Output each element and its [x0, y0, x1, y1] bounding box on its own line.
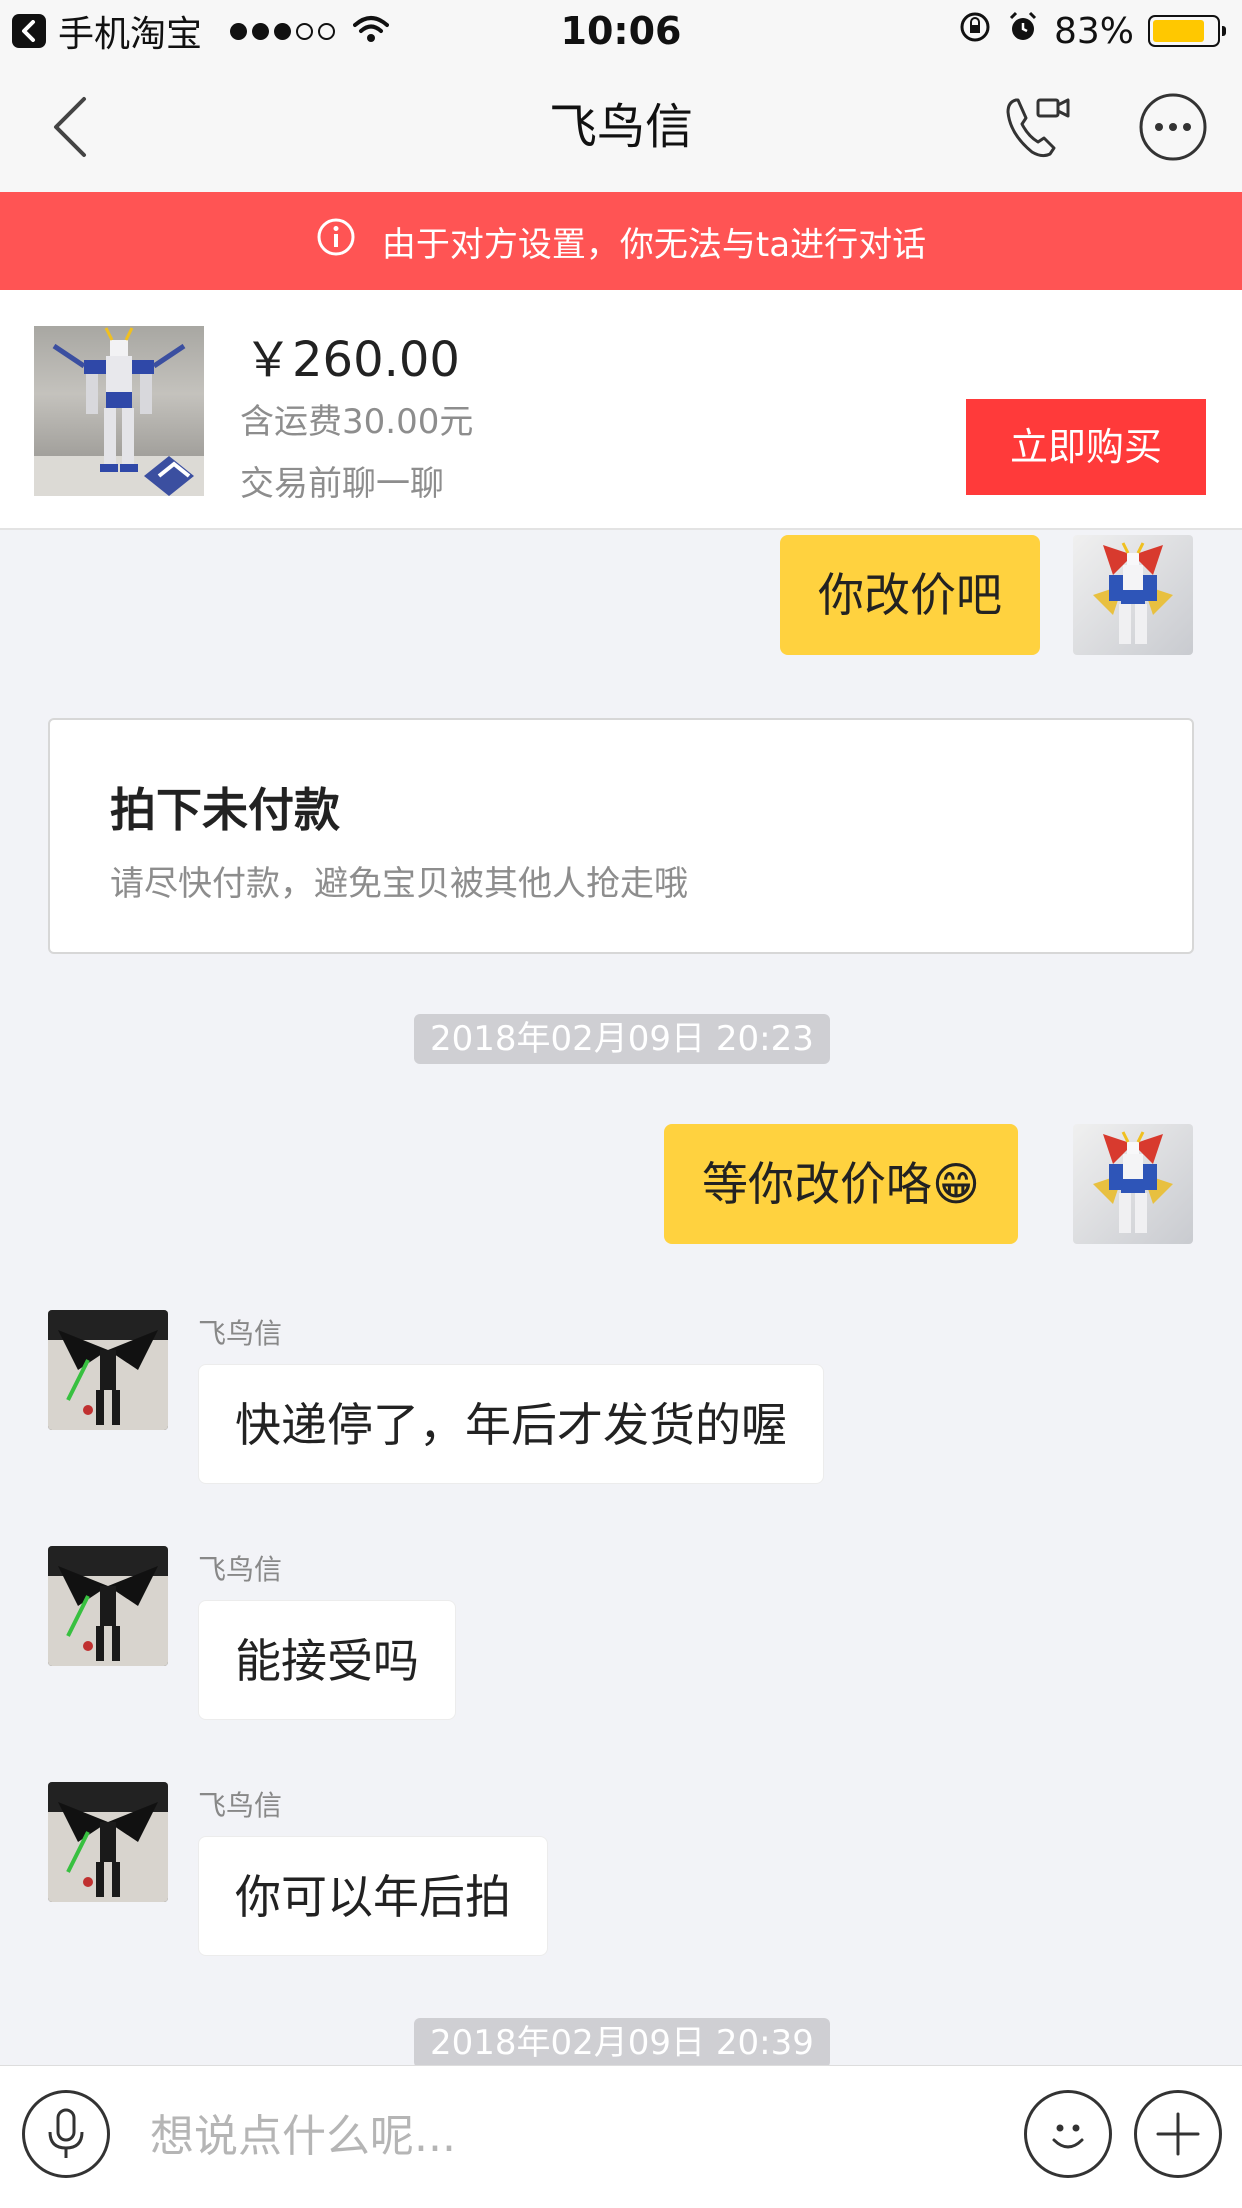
contact-avatar[interactable]: [48, 1782, 168, 1902]
battery-icon: [1148, 15, 1226, 47]
contact-avatar[interactable]: [48, 1310, 168, 1430]
product-image[interactable]: [34, 326, 204, 496]
contact-message-bubble[interactable]: 你可以年后拍: [198, 1836, 548, 1956]
order-card-description: 请尽快付款，避免宝贝被其他人抢走哦: [110, 864, 688, 904]
warning-text: 由于对方设置，你无法与ta进行对话: [381, 224, 927, 265]
plus-icon[interactable]: [1134, 2090, 1222, 2178]
my-message-bubble[interactable]: 等你改价咯😁: [664, 1124, 1018, 1244]
chat-timestamp: 2018年02月09日 20:23: [414, 1014, 830, 1064]
chat-area[interactable]: 你改价吧 拍下未付款 请尽快付款，避免宝贝被其他人抢走哦 2018年02月09日…: [0, 530, 1242, 2065]
contact-message-bubble[interactable]: 快递停了，年后才发货的喔: [198, 1364, 824, 1484]
nav-bar: 飞鸟信: [0, 62, 1242, 192]
order-status-card[interactable]: 拍下未付款 请尽快付款，避免宝贝被其他人抢走哦: [48, 718, 1194, 954]
sender-name: 飞鸟信: [198, 1317, 283, 1350]
buy-now-button[interactable]: 立即购买: [966, 399, 1206, 495]
my-avatar[interactable]: [1073, 535, 1193, 655]
more-icon[interactable]: [1138, 92, 1208, 162]
status-bar: 手机淘宝 10:06 83%: [0, 0, 1242, 62]
sender-name: 飞鸟信: [198, 1553, 283, 1586]
signal-strength-icon: [230, 22, 336, 40]
contact-message-bubble[interactable]: 能接受吗: [198, 1600, 456, 1720]
message-input-bar: [0, 2065, 1242, 2208]
emoji-icon[interactable]: [1024, 2090, 1112, 2178]
wifi-icon: [353, 11, 390, 52]
rotation-lock-icon: [958, 10, 992, 53]
back-to-app-icon[interactable]: [12, 14, 46, 48]
my-message-text: 等你改价咯: [702, 1157, 932, 1211]
info-icon: [316, 217, 356, 266]
product-shipping: 含运费30.00元: [240, 402, 474, 442]
my-avatar[interactable]: [1073, 1124, 1193, 1244]
order-card-title: 拍下未付款: [110, 783, 340, 837]
product-card[interactable]: ￥260.00 含运费30.00元 交易前聊一聊 立即购买: [0, 290, 1242, 530]
microphone-icon[interactable]: [22, 2090, 110, 2178]
chat-timestamp: 2018年02月09日 20:39: [414, 2018, 830, 2065]
alarm-icon: [1006, 10, 1040, 53]
contact-avatar[interactable]: [48, 1546, 168, 1666]
my-message-bubble[interactable]: 你改价吧: [780, 535, 1040, 655]
warning-banner: 由于对方设置，你无法与ta进行对话: [0, 192, 1242, 290]
grin-emoji-icon: 😁: [932, 1157, 980, 1211]
sender-name: 飞鸟信: [198, 1789, 283, 1822]
message-input[interactable]: [150, 2096, 1000, 2176]
video-call-icon[interactable]: [1000, 90, 1076, 166]
back-app-label[interactable]: 手机淘宝: [58, 5, 202, 57]
product-price: ￥260.00: [244, 332, 460, 388]
battery-percent: 83%: [1053, 10, 1134, 52]
product-chat-prompt: 交易前聊一聊: [240, 464, 444, 504]
